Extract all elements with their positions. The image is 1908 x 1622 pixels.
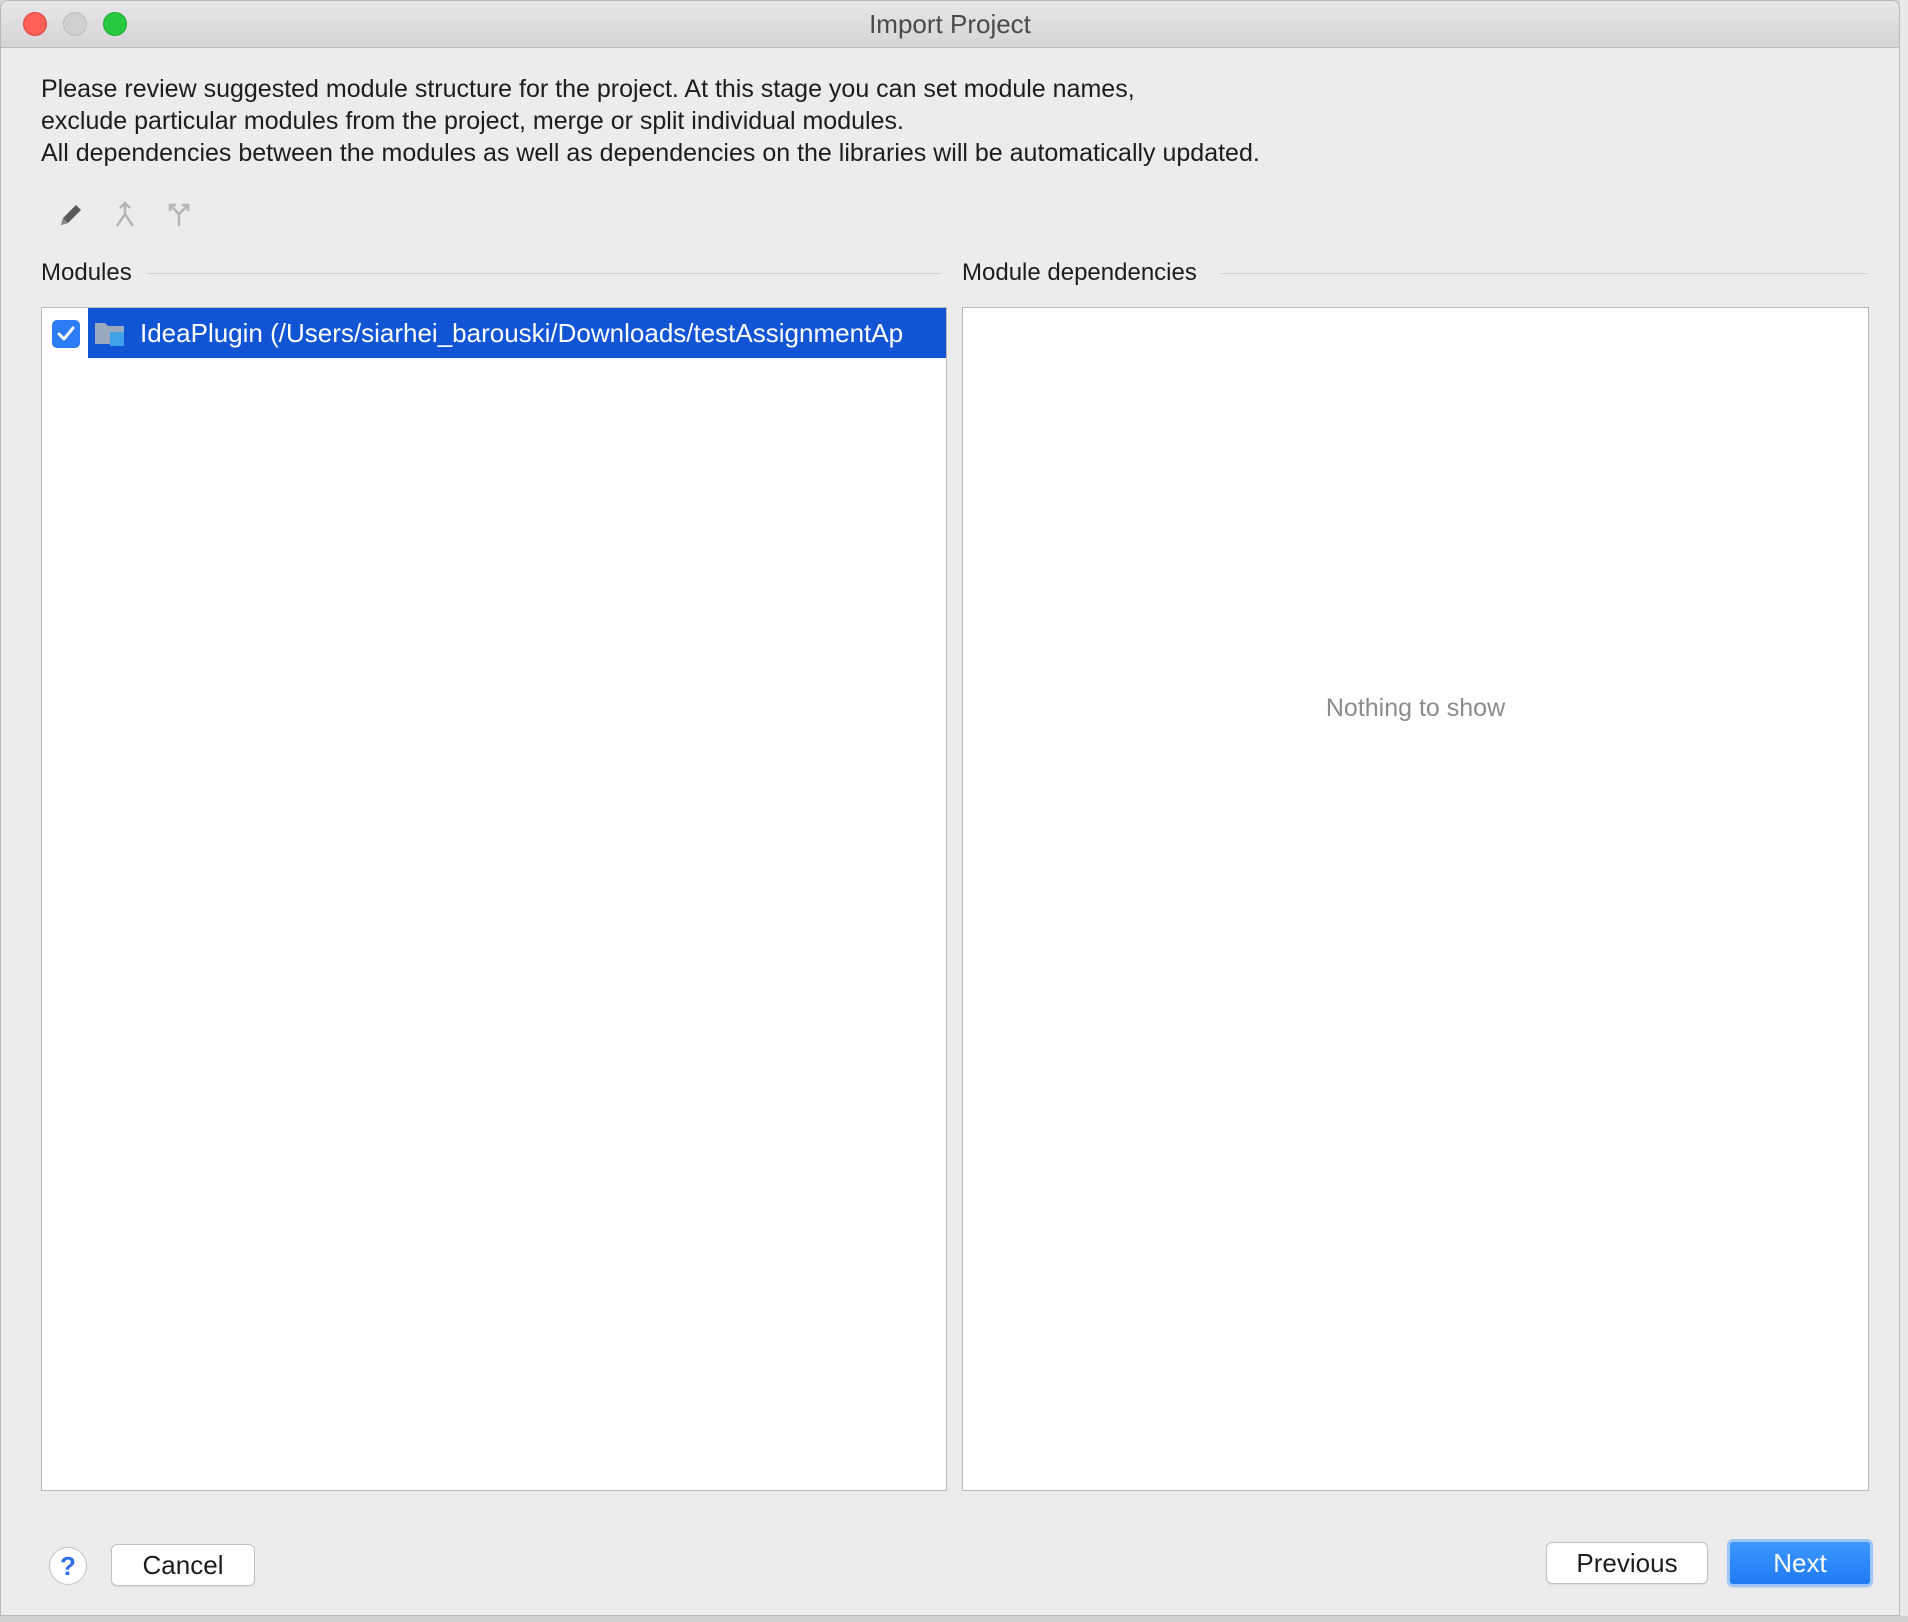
module-dependencies-heading: Module dependencies bbox=[962, 259, 1209, 287]
help-icon: ? bbox=[60, 1550, 76, 1581]
merge-modules-button[interactable] bbox=[107, 197, 143, 233]
window-title: Import Project bbox=[869, 9, 1031, 39]
cancel-button[interactable]: Cancel bbox=[111, 1544, 255, 1586]
modules-heading: Modules bbox=[41, 259, 144, 287]
description-line-3: All dependencies between the modules as … bbox=[41, 139, 1260, 167]
pencil-icon bbox=[61, 205, 81, 225]
merge-icon bbox=[115, 201, 135, 227]
dependencies-divider bbox=[1221, 273, 1867, 274]
checkmark-icon bbox=[57, 326, 75, 341]
module-toolbar bbox=[53, 197, 197, 237]
previous-button[interactable]: Previous bbox=[1546, 1542, 1708, 1584]
modules-divider bbox=[147, 273, 941, 274]
background-window-edge bbox=[1900, 0, 1908, 1622]
split-module-button[interactable] bbox=[161, 197, 197, 233]
list-item[interactable]: IdeaPlugin (/Users/siarhei_barouski/Down… bbox=[42, 308, 946, 358]
help-button[interactable]: ? bbox=[49, 1547, 87, 1585]
module-label: IdeaPlugin (/Users/siarhei_barouski/Down… bbox=[140, 317, 904, 348]
next-button[interactable]: Next bbox=[1727, 1539, 1873, 1587]
description-text: Please review suggested module structure… bbox=[41, 73, 1260, 169]
background-window-bottom bbox=[0, 1616, 1908, 1622]
split-icon bbox=[168, 203, 190, 226]
module-row-selection[interactable]: IdeaPlugin (/Users/siarhei_barouski/Down… bbox=[88, 308, 946, 358]
import-project-dialog: Import Project Please review suggested m… bbox=[0, 0, 1900, 1616]
description-line-2: exclude particular modules from the proj… bbox=[41, 107, 904, 135]
rename-module-button[interactable] bbox=[53, 197, 89, 233]
title-bar: Import Project bbox=[1, 1, 1899, 48]
modules-list[interactable]: IdeaPlugin (/Users/siarhei_barouski/Down… bbox=[41, 307, 947, 1491]
module-checkbox[interactable] bbox=[52, 320, 80, 348]
module-dependencies-panel: Nothing to show bbox=[962, 307, 1869, 1491]
module-folder-icon bbox=[94, 319, 126, 347]
description-line-1: Please review suggested module structure… bbox=[41, 75, 1135, 103]
empty-state-text: Nothing to show bbox=[1325, 694, 1506, 722]
